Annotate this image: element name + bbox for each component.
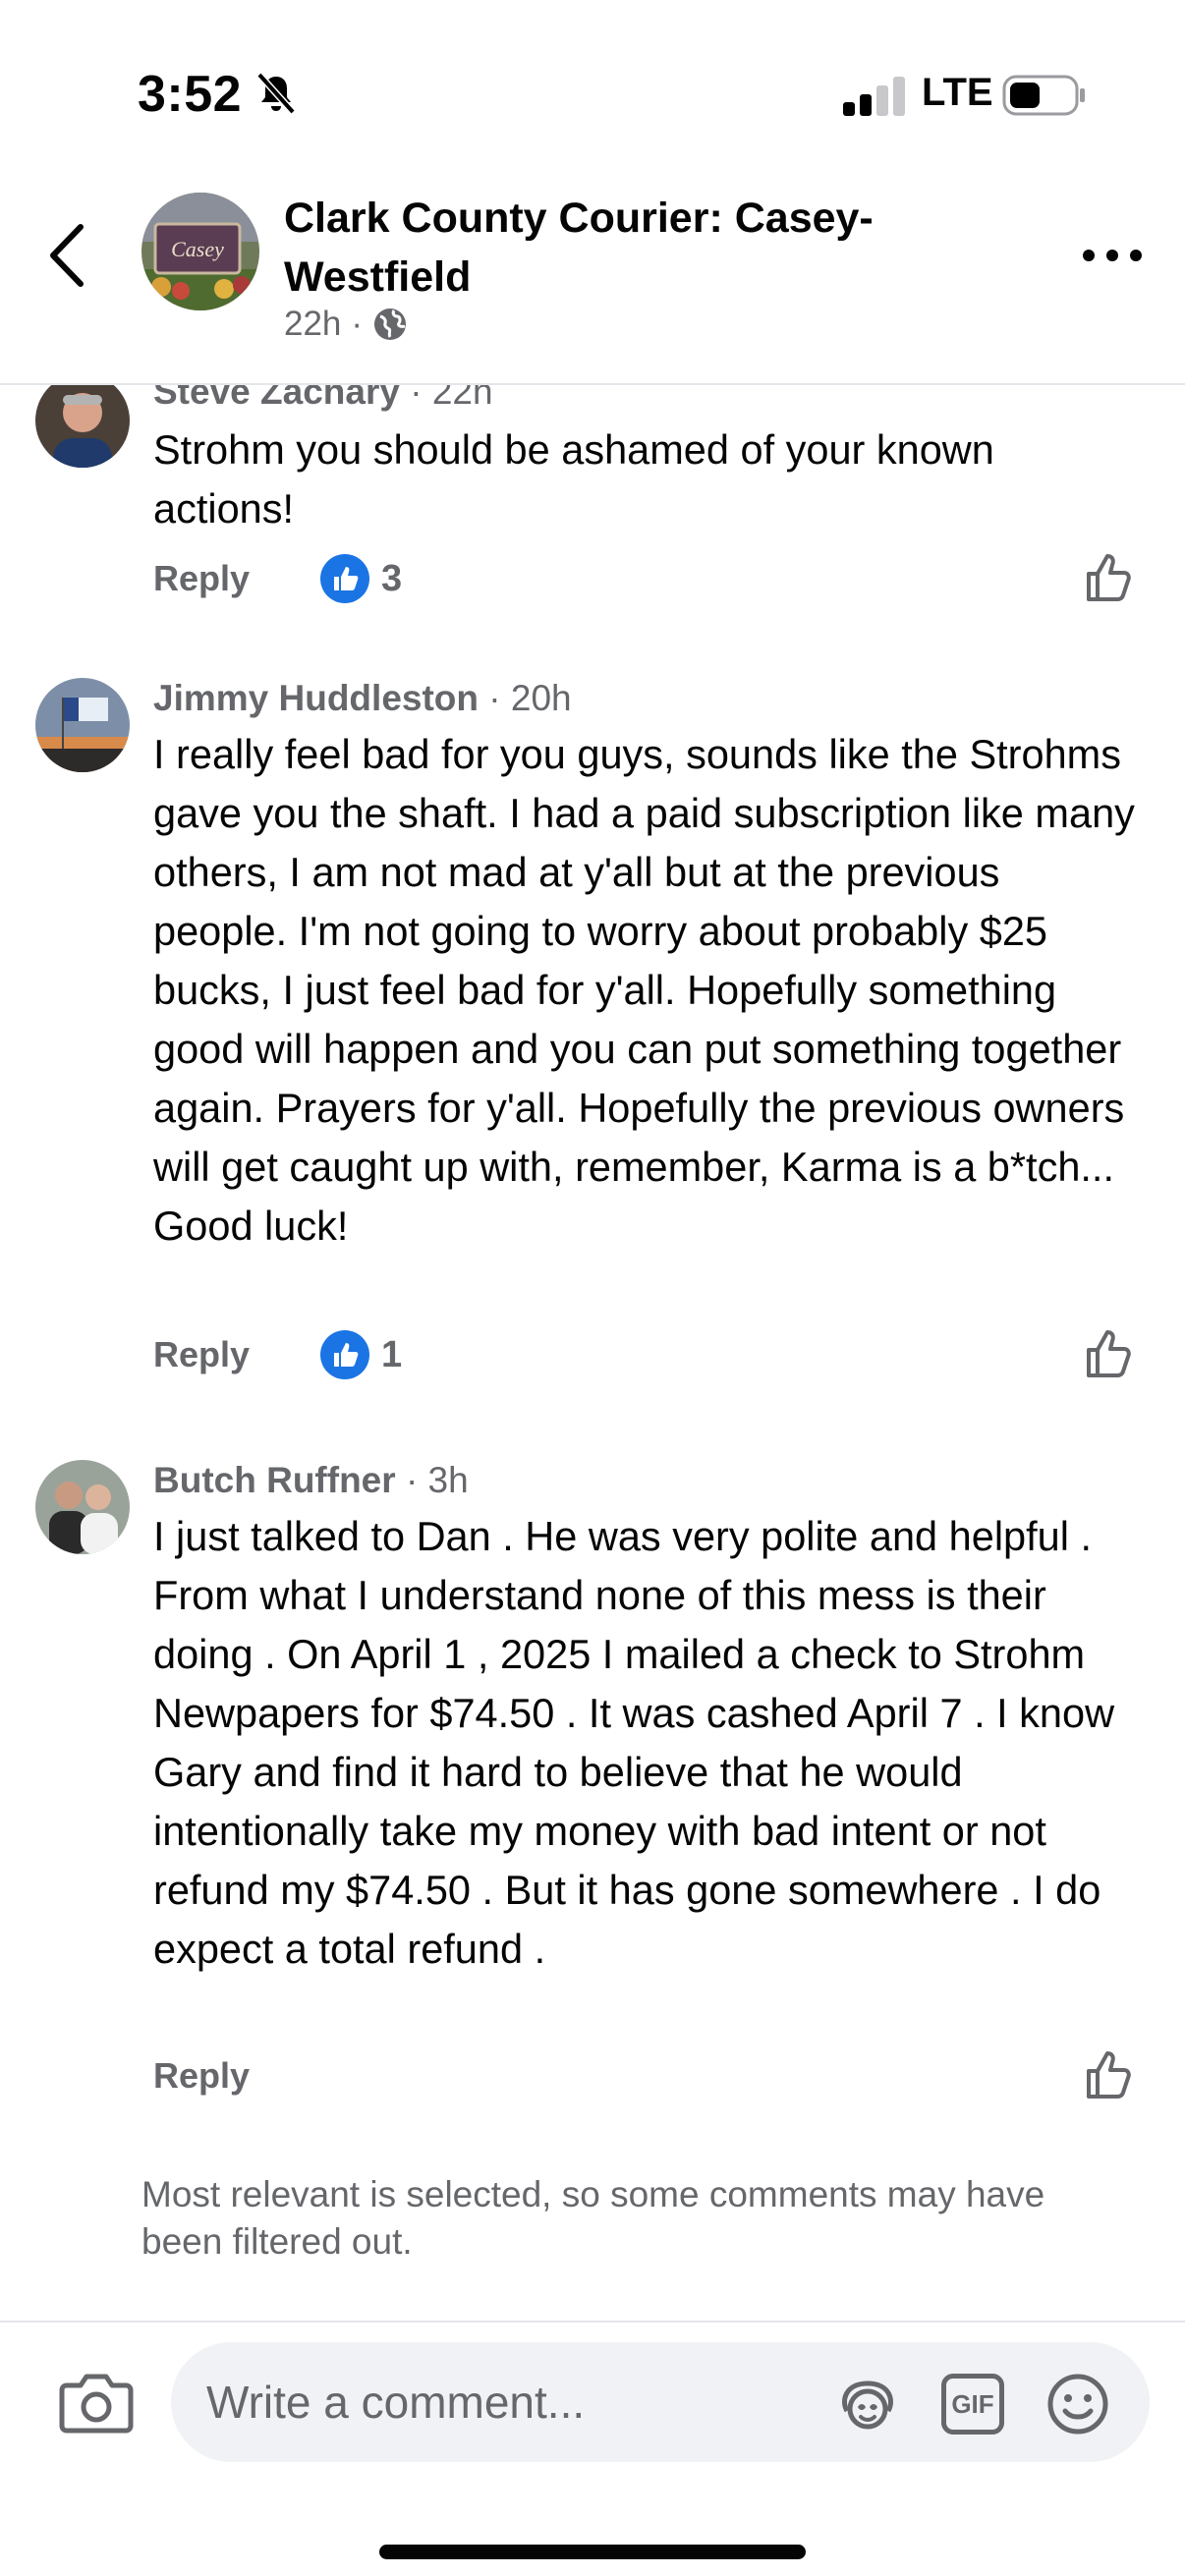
signal-icon bbox=[843, 77, 905, 116]
meta-separator: · bbox=[351, 305, 364, 343]
network-label: LTE bbox=[922, 71, 993, 114]
like-icon[interactable] bbox=[1083, 2049, 1134, 2100]
avatar[interactable] bbox=[35, 385, 130, 468]
comment-author[interactable]: Steve Zachary bbox=[153, 385, 400, 412]
more-horizontal-icon[interactable] bbox=[1081, 241, 1144, 270]
avatar-sign-text: Casey bbox=[171, 237, 224, 261]
thumbs-up-icon bbox=[320, 1330, 369, 1379]
gif-icon[interactable]: GIF bbox=[941, 2374, 1004, 2435]
like-icon[interactable] bbox=[1083, 1328, 1134, 1379]
casey-sign-image: Casey bbox=[141, 193, 259, 310]
reaction-count: 1 bbox=[381, 1333, 403, 1375]
comment-time: · 22h bbox=[410, 385, 493, 412]
avatar[interactable] bbox=[35, 678, 130, 772]
post-meta: 22h · bbox=[284, 305, 408, 344]
post-header: Casey Clark County Courier: Casey-Westfi… bbox=[0, 167, 1185, 385]
avatar-sticker-icon[interactable] bbox=[835, 2372, 900, 2436]
comment-composer: GIF bbox=[0, 2321, 1185, 2576]
page-title[interactable]: Clark County Courier: Casey-Westfield bbox=[284, 189, 972, 307]
reaction-count: 3 bbox=[381, 557, 403, 599]
camera-icon[interactable] bbox=[59, 2370, 134, 2435]
comment-actions: Reply bbox=[153, 2049, 1136, 2104]
comment-author-line: Jimmy Huddleston · 20h bbox=[153, 678, 572, 719]
like-icon[interactable] bbox=[1083, 552, 1134, 603]
page-avatar[interactable]: Casey bbox=[141, 193, 259, 310]
status-time: 3:52 bbox=[138, 66, 243, 123]
comment-input-container[interactable]: GIF bbox=[171, 2342, 1150, 2462]
comment-text: I just talked to Dan . He was very polit… bbox=[153, 1513, 1115, 1972]
reply-button[interactable]: Reply bbox=[153, 2055, 250, 2097]
comment-text: Strohm you should be ashamed of your kno… bbox=[153, 426, 994, 532]
avatar[interactable] bbox=[35, 1460, 130, 1554]
status-bar: 3:52 LTE bbox=[0, 0, 1185, 167]
comment-author[interactable]: Butch Ruffner bbox=[153, 1460, 396, 1500]
comment-time: · 3h bbox=[405, 1460, 469, 1500]
reaction-summary[interactable]: 1 bbox=[320, 1330, 402, 1379]
comment-actions: Reply 1 bbox=[153, 1328, 1136, 1383]
comment-text: I really feel bad for you guys, sounds l… bbox=[153, 731, 1135, 1249]
filter-notice: Most relevant is selected, so some comme… bbox=[141, 2174, 1045, 2262]
chevron-left-icon[interactable] bbox=[45, 221, 90, 290]
gif-label: GIF bbox=[951, 2388, 994, 2419]
reply-button[interactable]: Reply bbox=[153, 558, 250, 599]
comment-actions: Reply 3 bbox=[153, 552, 1136, 607]
comment-author-line: Butch Ruffner · 3h bbox=[153, 1460, 469, 1501]
thumbs-up-icon bbox=[320, 554, 369, 603]
battery-icon bbox=[1002, 75, 1085, 116]
emoji-icon[interactable] bbox=[1045, 2372, 1110, 2436]
post-time: 22h bbox=[284, 305, 342, 343]
home-indicator bbox=[379, 2545, 806, 2559]
globe-icon bbox=[374, 308, 407, 340]
comment-author-line: Steve Zachary · 22h bbox=[153, 385, 493, 413]
comment-time: · 20h bbox=[488, 678, 572, 718]
reply-button[interactable]: Reply bbox=[153, 1334, 250, 1375]
comment-author[interactable]: Jimmy Huddleston bbox=[153, 678, 479, 718]
comments-list[interactable]: Steve Zachary · 22h Strohm you should be… bbox=[0, 385, 1185, 2321]
comment-input[interactable] bbox=[206, 2370, 796, 2435]
bell-muted-icon bbox=[256, 72, 296, 115]
reaction-summary[interactable]: 3 bbox=[320, 554, 402, 603]
